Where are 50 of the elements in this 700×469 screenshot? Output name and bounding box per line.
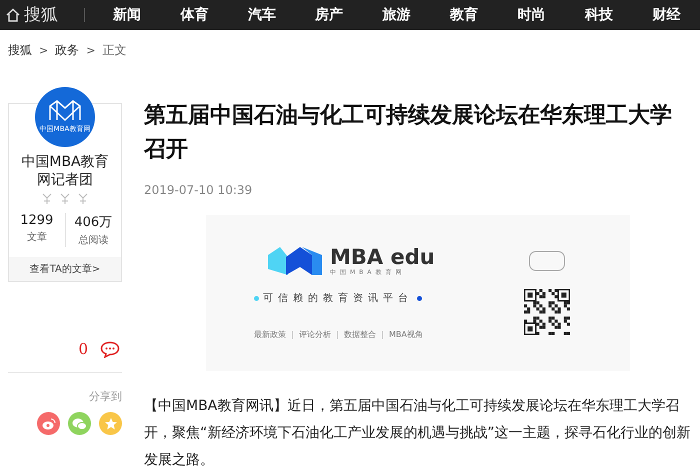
logo-icon	[266, 245, 324, 277]
banner-link-text: 最新政策	[254, 329, 286, 340]
chat-bubbles-icon	[72, 418, 87, 430]
stat-value: 406万	[74, 214, 112, 231]
banner-link-text: 评论分析	[299, 329, 331, 340]
slogan: 可信赖的教育资讯平台	[263, 292, 413, 305]
medal-icon	[42, 193, 52, 205]
breadcrumb-link[interactable]: 正文	[102, 42, 126, 59]
nav-link[interactable]: 房产	[296, 6, 363, 24]
comment-icon[interactable]	[100, 340, 120, 358]
banner-link-text: MBA视角	[389, 329, 423, 340]
dot-icon	[254, 296, 259, 300]
banner-link-text: 数据整合	[344, 329, 376, 340]
nav-link[interactable]: 新闻	[93, 6, 161, 24]
breadcrumb-link[interactable]: 政务	[55, 42, 80, 59]
breadcrumb-separator: >	[39, 44, 48, 57]
author-name[interactable]: 中国MBA教育网记者团	[15, 153, 115, 189]
logo-text[interactable]: 搜狐	[24, 8, 58, 22]
qr-code-icon	[524, 289, 570, 335]
home-icon[interactable]	[6, 8, 20, 22]
publish-date: 2019-07-10 10:39	[144, 183, 254, 197]
logo-icon	[48, 100, 82, 122]
comment-count: 0	[78, 340, 88, 358]
nav-link[interactable]: 财经	[632, 6, 700, 24]
dot-icon	[417, 296, 422, 300]
breadcrumb-link[interactable]: 搜狐	[8, 42, 32, 59]
nav-link[interactable]: 教育	[430, 6, 498, 24]
weibo-icon	[42, 418, 56, 430]
medal-icon	[60, 193, 70, 205]
star-icon	[104, 416, 118, 430]
stat-value: 1299	[20, 213, 54, 228]
share-button[interactable]	[37, 412, 60, 435]
nav-link[interactable]: 体育	[160, 6, 228, 24]
nav-link[interactable]: 汽车	[228, 6, 296, 24]
nav-link[interactable]: 时尚	[498, 6, 566, 24]
share-button[interactable]	[99, 412, 122, 435]
breadcrumb-separator: >	[86, 44, 96, 57]
author-articles-link[interactable]: 查看TA的文章>	[9, 257, 121, 281]
article-paragraph: 【中国MBA教育网讯】近日，第五届中国石油与化工可持续发展论坛在华东理工大学召开，聚焦“新经济环境下石油化工产业发展的机遇与挑战”这一主题，探寻石化行业的创新发展之路。	[144, 397, 692, 469]
medal-icon	[78, 193, 88, 205]
share-label: 分享到	[89, 389, 122, 404]
nav-link[interactable]: 旅游	[362, 6, 430, 24]
article-title: 第五届中国石油与化工可持续发展论坛在华东理工大学召开	[144, 102, 673, 164]
share-button[interactable]	[68, 412, 91, 435]
pill-shape	[529, 251, 565, 271]
stat-label: 总阅读	[78, 234, 108, 247]
nav-link[interactable]: 科技	[565, 6, 633, 24]
logo[interactable]: 搜狐	[6, 8, 86, 22]
brand-name: MBA edu	[330, 246, 435, 268]
stat-label: 文章	[26, 230, 47, 244]
